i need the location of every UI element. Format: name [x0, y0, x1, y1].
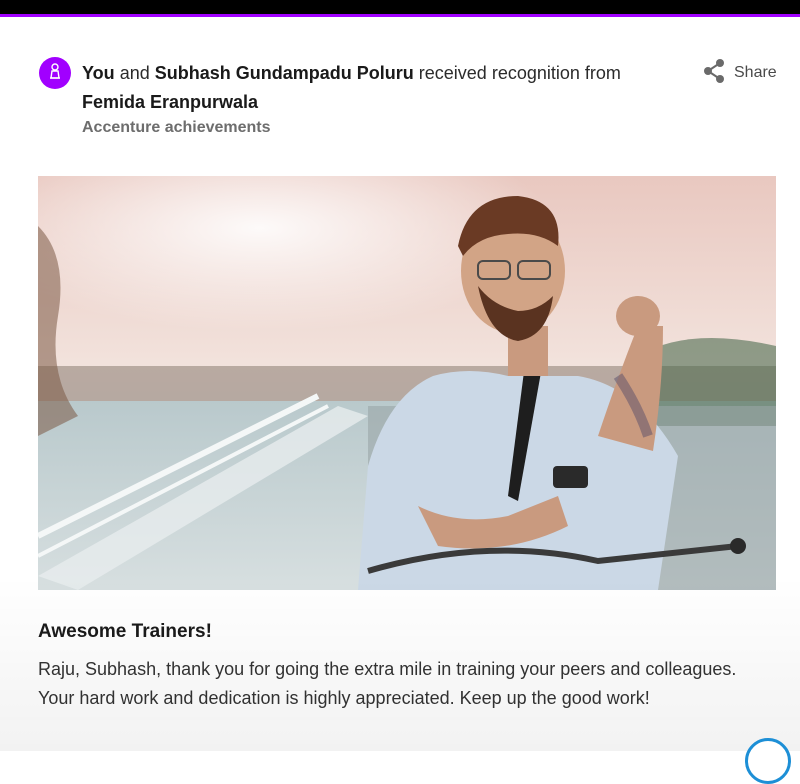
- recognition-headline: You and Subhash Gundampadu Poluru receiv…: [82, 59, 692, 117]
- recognition-message: Raju, Subhash, thank you for going the e…: [38, 659, 737, 708]
- received-text: received recognition from: [418, 63, 621, 83]
- recognition-card: You and Subhash Gundampadu Poluru receiv…: [0, 17, 800, 751]
- avatar: [39, 57, 71, 89]
- share-icon: [702, 58, 726, 89]
- floating-action-button[interactable]: [745, 738, 791, 784]
- giver-name[interactable]: Femida Eranpurwala: [82, 92, 258, 112]
- share-label: Share: [734, 64, 777, 81]
- program-name: Accenture achievements: [82, 119, 271, 136]
- recognition-image: [38, 176, 776, 590]
- top-black-bar: [0, 0, 800, 14]
- award-icon: [46, 62, 64, 85]
- share-button[interactable]: Share: [702, 58, 777, 89]
- recipient-colleague[interactable]: Subhash Gundampadu Poluru: [155, 63, 414, 83]
- recognition-title: Awesome Trainers!: [38, 621, 212, 642]
- conjunction-text: and: [119, 63, 150, 83]
- recipient-you: You: [82, 63, 115, 83]
